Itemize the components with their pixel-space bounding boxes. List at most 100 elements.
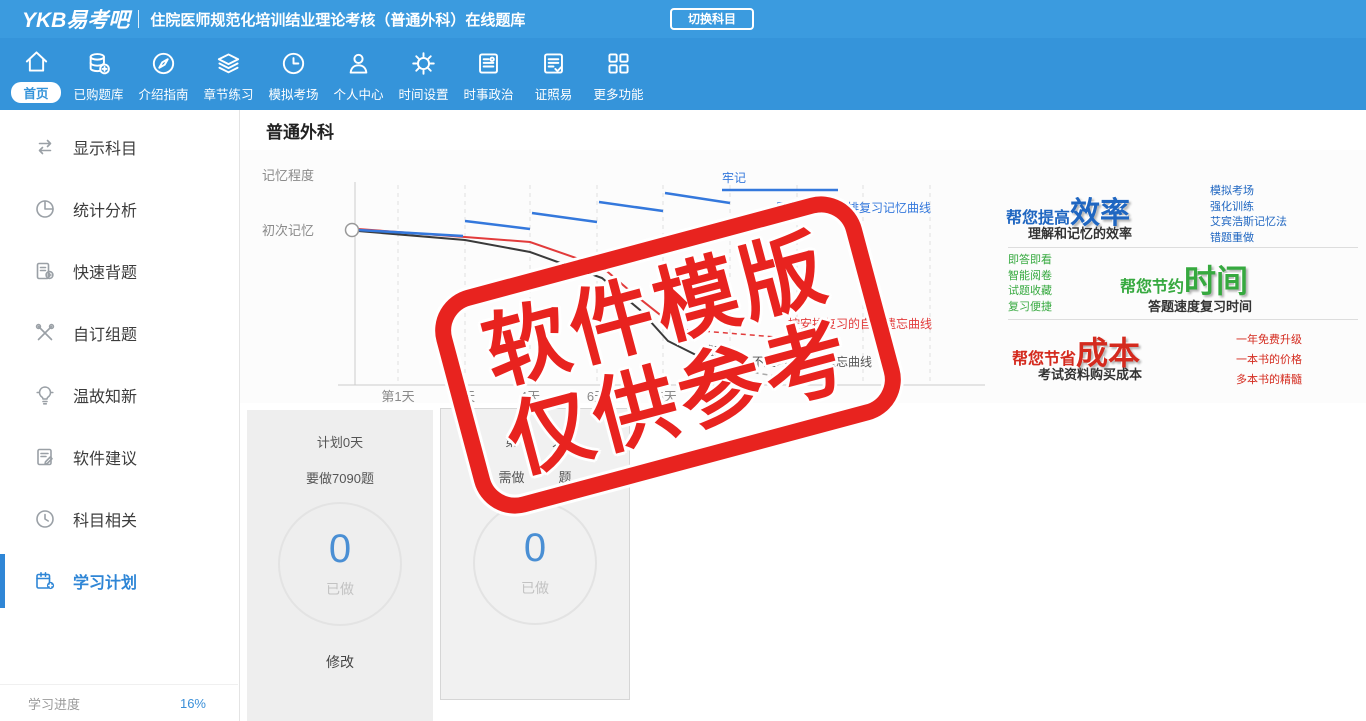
main-navbar: 首页 已购题库 介绍指南 章节练习 模拟考场 个人中心 时间设置 时事政治 证照… — [0, 38, 1366, 110]
plan-panel: 计划0天 要做7090题 0 已做 修改 第天 需做题 0 已做 — [240, 403, 1366, 721]
promo-list-item: 复习便捷 — [1008, 300, 1052, 313]
nav-item-label: 章节练习 — [203, 88, 254, 102]
sidebar-item-show-subjects[interactable]: 显示科目 — [0, 116, 239, 178]
gear-icon — [409, 49, 438, 78]
sidebar-item-custom-quiz[interactable]: 自订组题 — [0, 302, 239, 364]
app-title: 住院医师规范化培训结业理论考核（普通外科）在线题库 — [150, 11, 526, 29]
sidebar-item-subject-related[interactable]: 科目相关 — [0, 488, 239, 550]
nav-item-guide[interactable]: 介绍指南 — [131, 49, 196, 110]
promo-time-list: 即答即看 智能阅卷 试题收藏 复习便捷 — [1008, 253, 1052, 315]
done-count-label: 已做 — [521, 580, 549, 596]
plan-card-today: 第天 需做题 0 已做 — [440, 408, 630, 700]
nav-item-home[interactable]: 首页 — [6, 47, 66, 110]
promo-list-item: 一本书的价格 — [1236, 354, 1302, 366]
done-count-value: 0 — [328, 527, 352, 571]
done-count-label: 已做 — [326, 581, 354, 597]
header-divider — [138, 10, 140, 28]
review-curve-label: 易考吧帮您安排复习记忆曲线 — [775, 200, 931, 215]
nav-item-more[interactable]: 更多功能 — [586, 49, 651, 110]
done-count-circle: 0 已做 — [278, 502, 402, 626]
nav-item-label: 个人中心 — [333, 88, 384, 102]
svg-text:6天: 6天 — [587, 389, 607, 403]
scheduled-forget-curve-label: 按安排复习的自然遗忘曲线 — [788, 316, 932, 331]
plan-total-questions-label: 要做7090题 — [306, 471, 374, 486]
promo-list-item: 错题重做 — [1210, 231, 1254, 244]
nav-item-mock-exam[interactable]: 模拟考场 — [261, 49, 326, 110]
promo-cost-subtitle: 考试资料购买成本 — [1038, 367, 1143, 382]
nav-item-label: 时事政治 — [463, 88, 514, 102]
promo-list-item: 艾宾浩斯记忆法 — [1210, 216, 1287, 228]
svg-text:第1天: 第1天 — [381, 389, 414, 403]
sidebar-item-quick-memorize[interactable]: 快速背题 — [0, 240, 239, 302]
home-icon — [22, 47, 51, 76]
hold-label: 牢记 — [722, 170, 746, 185]
certificate-icon — [539, 49, 568, 78]
sidebar-item-label: 快速背题 — [73, 265, 138, 282]
ebbinghaus-curve-chart: 记忆程度 初次记忆 第1天 2天 4天 6天 15天 牢记 遗忘 易考吧帮您安排… — [262, 168, 985, 403]
tools-icon — [33, 321, 57, 345]
nav-item-current-politics[interactable]: 时事政治 — [456, 49, 521, 110]
promo-panel: 帮您提高效率 理解和记忆的效率 模拟考场 强化训练 艾宾浩斯记忆法 错题重做 即… — [998, 150, 1366, 403]
sidebar-item-review-old[interactable]: 温故知新 — [0, 364, 239, 426]
promo-efficiency-list: 模拟考场 强化训练 艾宾浩斯记忆法 错题重做 — [1210, 184, 1287, 246]
pie-chart-icon — [33, 197, 57, 221]
forget-label: 遗忘 — [702, 343, 726, 358]
initial-memory-marker — [344, 222, 360, 238]
nav-item-label: 介绍指南 — [138, 88, 189, 102]
nav-item-purchased-banks[interactable]: 已购题库 — [66, 49, 131, 110]
app-header: YKB易考吧 住院医师规范化培训结业理论考核（普通外科）在线题库 切换科目 — [0, 0, 1366, 38]
sidebar-item-study-plan[interactable]: 学习计划 — [0, 550, 239, 612]
today-day-label: 第天 — [441, 409, 629, 450]
study-progress-footer: 学习进度 16% — [0, 684, 238, 721]
promo-efficiency-subtitle: 理解和记忆的效率 — [1028, 226, 1133, 241]
svg-text:4天: 4天 — [520, 389, 540, 403]
nav-item-label: 更多功能 — [593, 88, 644, 102]
promo-list-item: 强化训练 — [1210, 200, 1254, 213]
today-need-label: 需做 题 — [441, 467, 629, 486]
sidebar-item-label: 科目相关 — [73, 513, 138, 530]
page-title: 普通外科 — [266, 122, 334, 142]
promo-divider — [1008, 319, 1358, 320]
day-suffix: 天 — [552, 434, 566, 449]
sidebar-item-label: 软件建议 — [73, 451, 138, 468]
nav-item-label: 证照易 — [534, 88, 573, 102]
done-count-value: 0 — [523, 526, 547, 570]
svg-text:15天: 15天 — [649, 389, 676, 403]
need-suffix: 题 — [558, 470, 572, 485]
nav-item-label: 模拟考场 — [268, 88, 319, 102]
promo-time-subtitle: 答题速度复习时间 — [1148, 299, 1253, 314]
lightbulb-icon — [33, 383, 57, 407]
user-icon — [344, 49, 373, 78]
switch-subject-button[interactable]: 切换科目 — [670, 8, 754, 30]
sidebar: 显示科目 统计分析 快速背题 自订组题 温故知新 软件建议 科目相关 学习计划 … — [0, 110, 240, 721]
review-memory-curve — [357, 188, 838, 238]
nav-item-label: 时间设置 — [398, 88, 449, 102]
nav-item-chapter-practice[interactable]: 章节练习 — [196, 49, 261, 110]
swap-icon — [33, 135, 57, 159]
study-progress-label: 学习进度 — [28, 696, 81, 712]
y-axis-top-label: 记忆程度 — [262, 168, 314, 183]
sidebar-item-statistics[interactable]: 统计分析 — [0, 178, 239, 240]
history-clock-icon — [33, 507, 57, 531]
promo-list-item: 模拟考场 — [1210, 185, 1254, 197]
nav-item-certificate[interactable]: 证照易 — [521, 49, 586, 110]
promo-list-item: 多本书的精髓 — [1236, 374, 1302, 386]
database-icon — [84, 49, 113, 78]
sidebar-item-software-feedback[interactable]: 软件建议 — [0, 426, 239, 488]
x-axis-ticks: 第1天 2天 4天 6天 15天 — [381, 389, 676, 403]
nav-item-time-settings[interactable]: 时间设置 — [391, 49, 456, 110]
doc-edit-icon — [33, 445, 57, 469]
promo-divider — [1008, 247, 1358, 248]
nav-item-profile[interactable]: 个人中心 — [326, 49, 391, 110]
modify-plan-button[interactable]: 修改 — [247, 652, 433, 672]
layers-icon — [214, 49, 243, 78]
study-progress-value: 16% — [179, 695, 206, 711]
promo-cost-list: 一年免费升级 一本书的价格 多本书的精髓 — [1236, 330, 1302, 390]
sidebar-item-label: 温故知新 — [73, 389, 138, 406]
scheduled-review-forgetting-curve — [357, 228, 801, 340]
promo-list-item: 智能阅卷 — [1008, 269, 1052, 282]
sidebar-item-label: 统计分析 — [73, 203, 138, 220]
clock-icon — [279, 49, 308, 78]
nav-item-label: 首页 — [11, 82, 61, 103]
promo-list-item: 试题收藏 — [1008, 285, 1052, 297]
